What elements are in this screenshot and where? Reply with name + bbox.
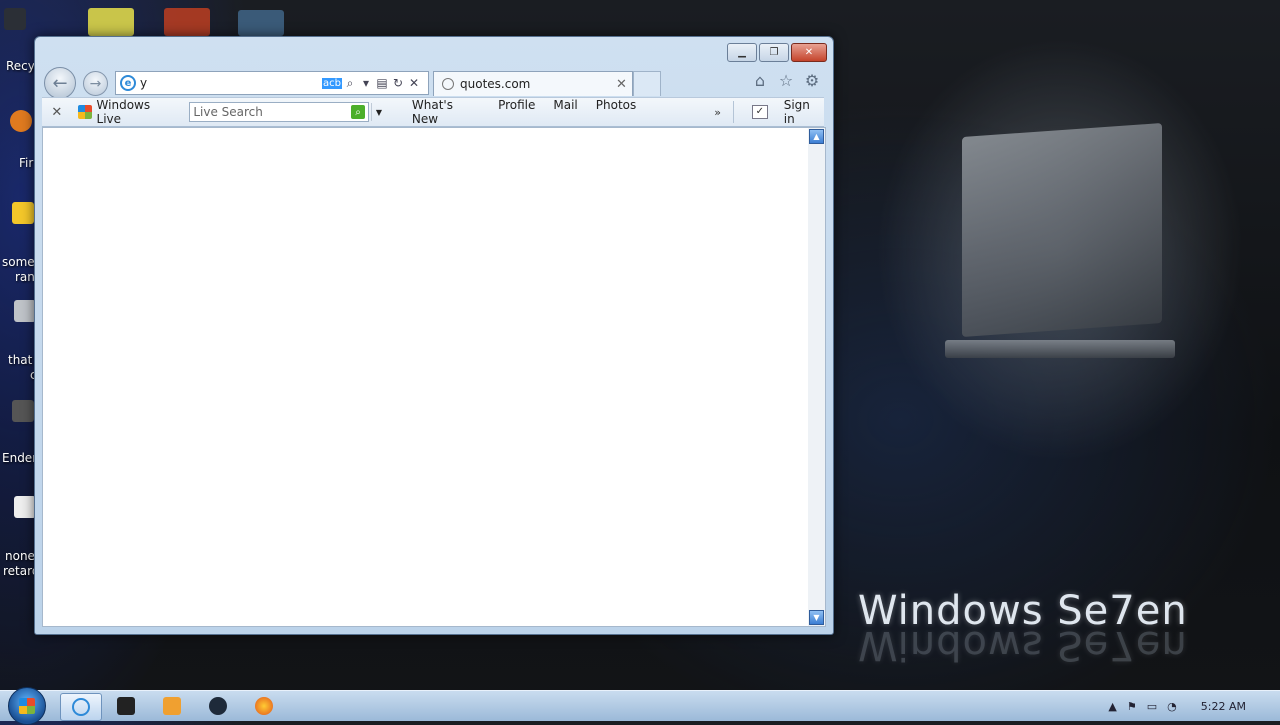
show-hidden-icons-icon[interactable]: ▲ <box>1108 700 1116 713</box>
ie-page-icon: e <box>120 75 136 91</box>
refresh-icon[interactable]: ↻ <box>390 76 406 90</box>
back-arrow-icon: ← <box>52 72 68 94</box>
sign-in-area[interactable]: ✓ Sign in <box>751 98 824 126</box>
taskbar-media-player[interactable] <box>152 693 192 719</box>
wallpaper-logo-reflection: Windows Se7en <box>858 622 1188 668</box>
desktop-icon-ender-label: Ender <box>2 451 38 465</box>
windows-logo-icon <box>19 698 35 714</box>
sign-in-link[interactable]: Sign in <box>784 98 824 126</box>
scroll-up-button[interactable]: ▲ <box>809 129 824 144</box>
toolbar-links: What's New Profile Mail Photos <box>412 98 636 126</box>
minimize-button[interactable]: ▁ <box>727 43 757 62</box>
taskbar-firefox[interactable] <box>244 693 284 719</box>
media-player-icon <box>163 697 181 715</box>
live-search-input[interactable]: Live Search ⌕ <box>189 102 370 122</box>
address-input[interactable]: y <box>140 76 322 90</box>
mail-link[interactable]: Mail <box>553 98 577 126</box>
taskbar: ▲ ⚑ ▭ ◔ 5:22 AM <box>0 687 1280 725</box>
desktop-icon-firefox-label: Fir <box>19 156 34 170</box>
browser-right-tools: ⌂ ☆ ⚙ <box>751 71 821 90</box>
flag-tray-icon[interactable]: ⚑ <box>1127 700 1137 713</box>
window-controls: ▁ ❐ ✕ <box>725 43 827 62</box>
vertical-scrollbar[interactable]: ▲ ▼ <box>808 127 826 627</box>
start-button[interactable] <box>8 687 46 725</box>
maximize-button[interactable]: ❐ <box>759 43 789 62</box>
desktop-icon-file[interactable] <box>14 496 36 518</box>
windows-live-toolbar: ✕ Windows Live Live Search ⌕ ▼ What's Ne… <box>42 97 824 127</box>
windows-flag-icon <box>77 105 92 119</box>
taskbar-app-4[interactable] <box>198 693 238 719</box>
browser-window: ▁ ❐ ✕ ← → e y acb ⌕ ▾ ▤ ↻ ✕ quotes.com ✕… <box>34 36 834 635</box>
desktop-icon-shortcut-label-1: that <box>8 353 33 367</box>
app-icon <box>117 697 135 715</box>
windows-live-label: Windows Live <box>96 98 151 126</box>
clock[interactable]: 5:22 AM <box>1201 700 1246 713</box>
address-bar[interactable]: e y acb ⌕ ▾ ▤ ↻ ✕ <box>115 71 429 95</box>
favorites-star-icon[interactable]: ☆ <box>777 71 795 90</box>
desktop-icon-folder[interactable] <box>12 202 34 224</box>
stop-icon[interactable]: ✕ <box>406 76 422 90</box>
compatibility-view-icon[interactable]: ▤ <box>374 76 390 90</box>
volume-icon[interactable]: ◔ <box>1167 700 1177 713</box>
scroll-down-button[interactable]: ▼ <box>809 610 824 625</box>
system-tray: ▲ ⚑ ▭ ◔ 5:22 AM <box>1108 691 1280 721</box>
photos-link[interactable]: Photos <box>596 98 636 126</box>
close-window-button[interactable]: ✕ <box>791 43 827 62</box>
toolbar-close-icon[interactable]: ✕ <box>46 105 68 120</box>
tab-quotes[interactable]: quotes.com ✕ <box>433 71 633 96</box>
desktop-icon-firefox[interactable] <box>10 110 32 132</box>
desktop-icon-top-1[interactable] <box>88 8 134 36</box>
desktop-icon-top-3[interactable] <box>238 10 284 36</box>
profile-link[interactable]: Profile <box>498 98 535 126</box>
desktop-icon-file-label-1: none <box>5 549 35 563</box>
page-content-area[interactable] <box>42 127 809 627</box>
app-circle-icon <box>209 697 227 715</box>
tab-title: quotes.com <box>460 77 531 91</box>
firefox-icon <box>255 697 273 715</box>
taskbar-internet-explorer[interactable] <box>60 693 102 721</box>
wallpaper-monitor <box>962 123 1162 337</box>
desktop-icon-recycle-bin[interactable] <box>4 8 26 30</box>
live-search-placeholder: Live Search <box>193 105 263 119</box>
more-links-chevron-icon[interactable]: » <box>714 106 721 119</box>
address-typed-text: y <box>140 76 148 90</box>
desktop-icon-top-2[interactable] <box>164 8 210 36</box>
desktop-icon-ender[interactable] <box>12 400 34 422</box>
home-icon[interactable]: ⌂ <box>751 71 769 90</box>
search-icon[interactable]: ⌕ <box>342 76 358 91</box>
network-icon[interactable]: ▭ <box>1147 700 1157 713</box>
desktop-icon-shortcut[interactable] <box>14 300 36 322</box>
checkmark-icon[interactable]: ✓ <box>751 105 768 119</box>
address-dropdown-icon[interactable]: ▾ <box>358 76 374 90</box>
desktop-icon-folder-label-2: ran <box>15 270 35 284</box>
taskbar-app-2[interactable] <box>106 693 146 719</box>
tab-close-icon[interactable]: ✕ <box>616 77 632 92</box>
back-button[interactable]: ← <box>44 67 76 99</box>
whats-new-link[interactable]: What's New <box>412 98 480 126</box>
gear-icon[interactable]: ⚙ <box>803 71 821 90</box>
address-autocomplete-selection: acb <box>322 77 342 89</box>
windows-live-button[interactable]: Windows Live <box>77 98 178 126</box>
search-go-icon[interactable]: ⌕ <box>351 105 366 119</box>
forward-arrow-icon: → <box>89 75 102 92</box>
search-options-dropdown-icon[interactable]: ▼ <box>371 103 386 121</box>
toolbar-separator <box>732 101 734 123</box>
ie-icon <box>72 698 90 716</box>
new-tab-button[interactable] <box>633 71 661 96</box>
loading-icon <box>442 78 454 90</box>
desktop-icon-folder-label-1: some <box>2 255 35 269</box>
forward-button[interactable]: → <box>83 71 108 96</box>
wallpaper-monitor-base <box>945 340 1175 358</box>
